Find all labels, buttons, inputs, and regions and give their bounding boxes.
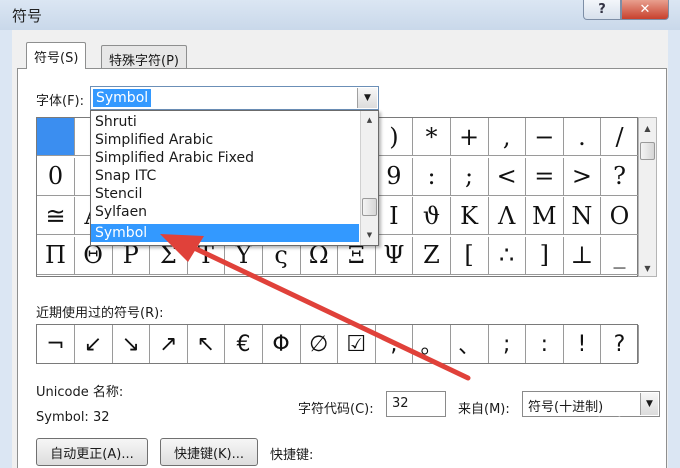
recent-symbol-cell[interactable]: ↘: [112, 325, 151, 363]
scroll-thumb[interactable]: [640, 142, 655, 160]
window-title: 符号: [12, 7, 43, 25]
symbol-cell[interactable]: Ο: [601, 197, 639, 235]
font-option[interactable]: Stencil: [91, 185, 359, 203]
symbol-cell[interactable]: Ζ: [413, 236, 451, 275]
tab-symbols[interactable]: 符号(S): [26, 42, 87, 69]
symbol-cell[interactable]: ;: [450, 157, 489, 196]
symbol-cell[interactable]: Π: [37, 236, 75, 275]
from-select-value: 符号(十进制): [528, 400, 604, 415]
symbol-cell[interactable]: :: [413, 157, 451, 196]
symbol-cell[interactable]: Κ: [450, 197, 489, 235]
symbol-cell[interactable]: ≅: [37, 197, 75, 235]
scroll-up-icon[interactable]: ▲: [639, 120, 656, 136]
font-option[interactable]: Snap ITC: [91, 167, 359, 185]
symbol-cell[interactable]: .: [563, 118, 602, 156]
font-option[interactable]: Sylfaen: [91, 203, 359, 221]
recent-symbol-cell[interactable]: ☑: [338, 325, 376, 363]
recent-symbol-cell[interactable]: ↙: [75, 325, 113, 363]
symbol-cell[interactable]: ): [375, 118, 414, 156]
font-select[interactable]: Symbol ▼: [90, 86, 379, 110]
recent-symbol-cell[interactable]: ↗: [150, 325, 188, 363]
recent-symbol-cell[interactable]: :: [526, 325, 564, 363]
recent-symbol-cell[interactable]: ;: [488, 325, 527, 363]
scroll-down-icon[interactable]: ▼: [639, 260, 656, 276]
scroll-thumb[interactable]: [362, 198, 377, 216]
recent-symbol-cell[interactable]: Φ: [263, 325, 301, 363]
symbol-cell[interactable]: [: [450, 236, 489, 275]
font-label: 字体(F):: [36, 94, 85, 109]
autocorrect-button[interactable]: 自动更正(A)...: [36, 438, 148, 466]
recent-symbol-cell[interactable]: 、: [451, 325, 489, 363]
symbol-cell[interactable]: 0: [37, 157, 75, 196]
symbol-cell[interactable]: _: [601, 236, 639, 275]
symbol-cell[interactable]: <: [488, 157, 527, 196]
font-dropdown-scrollbar[interactable]: ▲ ▼: [360, 111, 378, 245]
recent-symbol-cell[interactable]: !: [563, 325, 602, 363]
char-code-input[interactable]: 32: [386, 391, 446, 417]
recent-symbol-cell[interactable]: ?: [601, 325, 639, 363]
symbol-cell[interactable]: ]: [525, 236, 564, 275]
symbol-cell[interactable]: Ι: [375, 197, 414, 235]
symbol-cell[interactable]: =: [525, 157, 564, 196]
font-dropdown-list[interactable]: Shruti Simplified Arabic Simplified Arab…: [90, 110, 379, 246]
symbol-cell[interactable]: [37, 118, 75, 156]
symbol-cell[interactable]: /: [601, 118, 639, 156]
char-code-label: 字符代码(C):: [298, 402, 374, 417]
shortcut-key-button[interactable]: 快捷键(K)...: [160, 438, 258, 466]
recent-symbol-cell[interactable]: €: [225, 325, 263, 363]
symbol-cell[interactable]: >: [563, 157, 602, 196]
font-option[interactable]: Shruti: [91, 113, 359, 131]
symbol-cell[interactable]: Λ: [488, 197, 527, 235]
font-option[interactable]: Simplified Arabic Fixed: [91, 149, 359, 167]
symbol-cell[interactable]: Ψ: [375, 236, 414, 275]
symbol-cell[interactable]: −: [525, 118, 564, 156]
recent-symbols-label: 近期使用过的符号(R):: [36, 306, 164, 321]
symbol-cell[interactable]: +: [450, 118, 489, 156]
tab-special-characters[interactable]: 特殊字符(P): [101, 45, 187, 69]
symbol-cell[interactable]: Ν: [563, 197, 602, 235]
symbol-cell[interactable]: 9: [375, 157, 414, 196]
recent-symbol-cell[interactable]: ↖: [187, 325, 226, 363]
symbol-cell[interactable]: ∴: [488, 236, 527, 275]
close-button[interactable]: ✕: [621, 0, 669, 20]
font-option[interactable]: Simplified Arabic: [91, 131, 359, 149]
symbol-cell[interactable]: ,: [488, 118, 527, 156]
symbol-grid-scrollbar[interactable]: ▲ ▼: [638, 117, 657, 277]
unicode-name-value: Symbol: 32: [36, 410, 110, 425]
font-option-selected[interactable]: Symbol: [91, 224, 359, 242]
chevron-down-icon[interactable]: ▼: [640, 393, 658, 415]
font-select-value: Symbol: [93, 89, 152, 107]
help-button[interactable]: ?: [583, 0, 621, 20]
symbol-cell[interactable]: ⊥: [563, 236, 602, 275]
scroll-up-icon[interactable]: ▲: [361, 113, 378, 127]
symbol-cell[interactable]: ?: [601, 157, 639, 196]
chevron-down-icon[interactable]: ▼: [357, 88, 377, 108]
recent-symbol-cell[interactable]: 。: [413, 325, 451, 363]
watermark-logo: Bai 经验: [566, 417, 624, 433]
symbol-cell[interactable]: ϑ: [413, 197, 451, 235]
watermark-url: jingyan.baidu.com: [548, 434, 650, 447]
symbol-cell[interactable]: *: [413, 118, 451, 156]
recent-symbol-cell[interactable]: ,: [375, 325, 414, 363]
symbol-cell[interactable]: Μ: [525, 197, 564, 235]
recent-symbol-cell[interactable]: ¬: [37, 325, 75, 363]
unicode-name-label: Unicode 名称:: [36, 385, 124, 400]
recent-symbols: ¬ ↙ ↘ ↗ ↖ € Φ ∅ ☑,。、;:!?: [36, 324, 639, 364]
title-bar: 符号 ? ✕: [0, 0, 680, 30]
from-label: 来自(M):: [458, 402, 510, 417]
scroll-down-icon[interactable]: ▼: [361, 228, 378, 242]
shortcut-key-label: 快捷键:: [270, 448, 314, 463]
recent-symbol-cell[interactable]: ∅: [300, 325, 339, 363]
